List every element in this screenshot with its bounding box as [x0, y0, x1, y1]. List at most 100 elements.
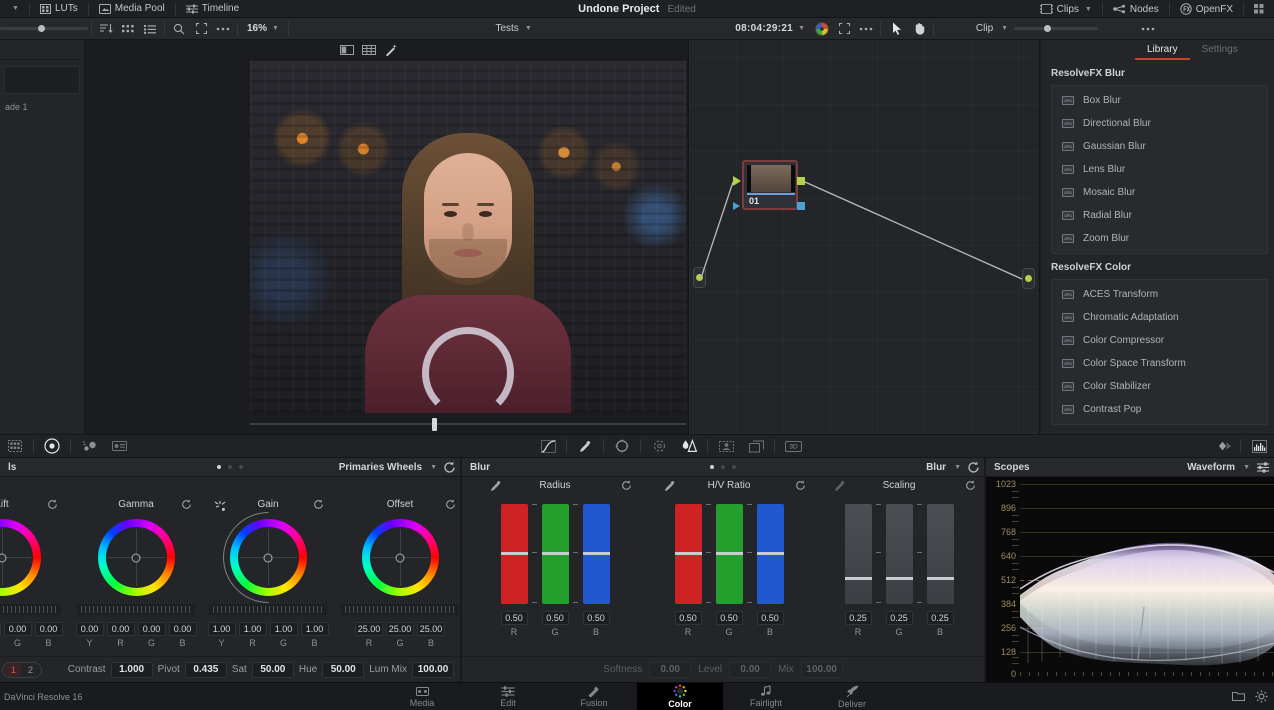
reset-icon[interactable] — [967, 461, 980, 474]
value[interactable]: 0.00 — [0, 622, 1, 636]
list-view-icon[interactable] — [139, 20, 161, 38]
value[interactable]: 0.00 — [75, 622, 104, 636]
page-dot-3[interactable] — [732, 465, 736, 469]
zoom-level-selector[interactable]: 16% ▼ — [241, 23, 285, 34]
highlight-sparkle-icon[interactable] — [214, 500, 226, 512]
value[interactable]: 1.00 — [207, 622, 236, 636]
openfx-item-chromatic-adaptation[interactable]: GPU Chromatic Adaptation — [1052, 306, 1267, 329]
openfx-item-gaussian-blur[interactable]: GPU Gaussian Blur — [1052, 135, 1267, 158]
page-dot-2[interactable] — [721, 465, 725, 469]
menubar-chevron[interactable]: ▼ — [0, 0, 29, 18]
gamma-wheel-handle[interactable] — [131, 553, 141, 562]
field-value-level[interactable]: 0.00 — [729, 661, 772, 678]
value[interactable]: 1.00 — [300, 622, 329, 636]
radius-slider-b[interactable] — [582, 504, 610, 604]
blur-icon[interactable] — [674, 435, 704, 457]
value[interactable]: 0.50 — [674, 611, 702, 625]
page-dot-3[interactable] — [239, 465, 243, 469]
camera-raw-icon[interactable] — [104, 435, 134, 457]
sort-icon[interactable] — [95, 20, 117, 38]
pager-page-1[interactable]: 1 — [5, 662, 22, 677]
menu-item-timeline[interactable]: Timeline — [176, 0, 249, 18]
node-scope-selector[interactable]: Clip ▼ — [937, 23, 1137, 34]
page-button-color[interactable]: Color — [637, 682, 723, 710]
gamma-master-slider[interactable] — [77, 604, 195, 615]
arrow-select-icon[interactable] — [886, 20, 908, 38]
viewer-fullscreen-icon[interactable] — [833, 20, 855, 38]
page-dot-2[interactable] — [228, 465, 232, 469]
radius-slider-g[interactable] — [541, 504, 578, 604]
value[interactable]: 0.00 — [168, 622, 197, 636]
value[interactable]: 0.00 — [137, 622, 166, 636]
page-button-deliver[interactable]: Deliver — [809, 683, 895, 710]
openfx-item-contrast-pop[interactable]: GPU Contrast Pop — [1052, 398, 1267, 421]
chevron-down-icon[interactable]: ▼ — [1243, 464, 1250, 471]
scopes-icon[interactable] — [1244, 435, 1274, 457]
gain-color-wheel[interactable] — [203, 493, 333, 622]
radius-slider-r[interactable] — [500, 504, 537, 604]
hand-pan-icon[interactable] — [908, 20, 930, 38]
page-button-fusion[interactable]: Fusion — [551, 683, 637, 710]
node-size-slider[interactable] — [1014, 25, 1099, 32]
3d-icon[interactable]: 3D — [778, 435, 808, 457]
more-options-icon[interactable] — [212, 20, 234, 38]
project-manager-icon[interactable] — [1232, 690, 1245, 703]
hv-ratio-slider-r[interactable] — [674, 504, 711, 604]
value[interactable]: 0.50 — [715, 611, 743, 625]
value[interactable]: 1.00 — [269, 622, 298, 636]
slider-handle[interactable] — [582, 552, 610, 555]
timecode-display[interactable]: 08:04:29:21 ▼ — [735, 23, 805, 34]
value[interactable]: 25.00 — [417, 622, 445, 636]
pager-page-2[interactable]: 2 — [22, 663, 39, 677]
field-value-hue[interactable]: 50.00 — [322, 661, 365, 678]
scaling-slider-r[interactable] — [844, 504, 881, 604]
offset-master-slider[interactable] — [341, 604, 459, 615]
tracker-icon[interactable] — [644, 435, 674, 457]
viewer-image-area[interactable] — [250, 61, 686, 436]
menu-item-nodes[interactable]: Nodes — [1103, 0, 1169, 18]
reset-icon[interactable] — [181, 499, 192, 510]
value[interactable]: 0.25 — [926, 611, 954, 625]
menu-item-luts[interactable]: LUTs — [30, 0, 88, 18]
search-icon[interactable] — [168, 20, 190, 38]
reset-icon[interactable] — [445, 499, 456, 510]
node-key-input-port[interactable] — [733, 202, 740, 210]
page-button-fairlight[interactable]: Fairlight — [723, 683, 809, 710]
openfx-item-color-stabilizer[interactable]: GPU Color Stabilizer — [1052, 375, 1267, 398]
value[interactable]: 0.00 — [106, 622, 135, 636]
slider-handle[interactable] — [926, 577, 954, 580]
workspace-grid-button[interactable] — [1244, 0, 1274, 18]
clip-grid-icon[interactable] — [0, 435, 30, 457]
split-screen-icon[interactable] — [337, 43, 357, 58]
fullscreen-icon[interactable] — [190, 20, 212, 38]
color-wheel-icon[interactable] — [811, 20, 833, 38]
node-01[interactable]: 01 — [733, 160, 805, 210]
node-rgb-input-port[interactable] — [733, 176, 741, 186]
slider-handle[interactable] — [674, 552, 702, 555]
lift-master-slider[interactable] — [0, 604, 61, 615]
field-value-contrast[interactable]: 1.000 — [110, 661, 153, 678]
scaling-slider-g[interactable] — [885, 504, 922, 604]
value[interactable]: 25.00 — [355, 622, 383, 636]
reset-icon[interactable] — [47, 499, 58, 510]
magic-wand-icon[interactable] — [381, 43, 401, 58]
chevron-down-icon[interactable]: ▼ — [954, 464, 961, 471]
slider-handle[interactable] — [885, 577, 913, 580]
gallery-size-slider[interactable] — [0, 25, 88, 32]
qualifier-icon[interactable] — [570, 435, 600, 457]
scope-settings-icon[interactable] — [1256, 461, 1270, 474]
openfx-item-box-blur[interactable]: GPU Box Blur — [1052, 89, 1267, 112]
slider-handle[interactable] — [500, 552, 528, 555]
gain-wheel-handle[interactable] — [263, 553, 273, 562]
value[interactable]: 0.50 — [500, 611, 528, 625]
value[interactable]: 1.00 — [238, 622, 267, 636]
link-icon[interactable] — [664, 480, 676, 492]
link-icon[interactable] — [834, 480, 846, 492]
reset-icon[interactable] — [621, 480, 632, 491]
timeline-selector[interactable]: Tests ▼ — [292, 23, 735, 34]
value[interactable]: 0.00 — [34, 622, 63, 636]
slider-handle[interactable] — [756, 552, 784, 555]
page-dot-1[interactable] — [710, 465, 714, 469]
field-value-lum-mix[interactable]: 100.00 — [412, 661, 454, 678]
grid-view-icon[interactable] — [117, 20, 139, 38]
